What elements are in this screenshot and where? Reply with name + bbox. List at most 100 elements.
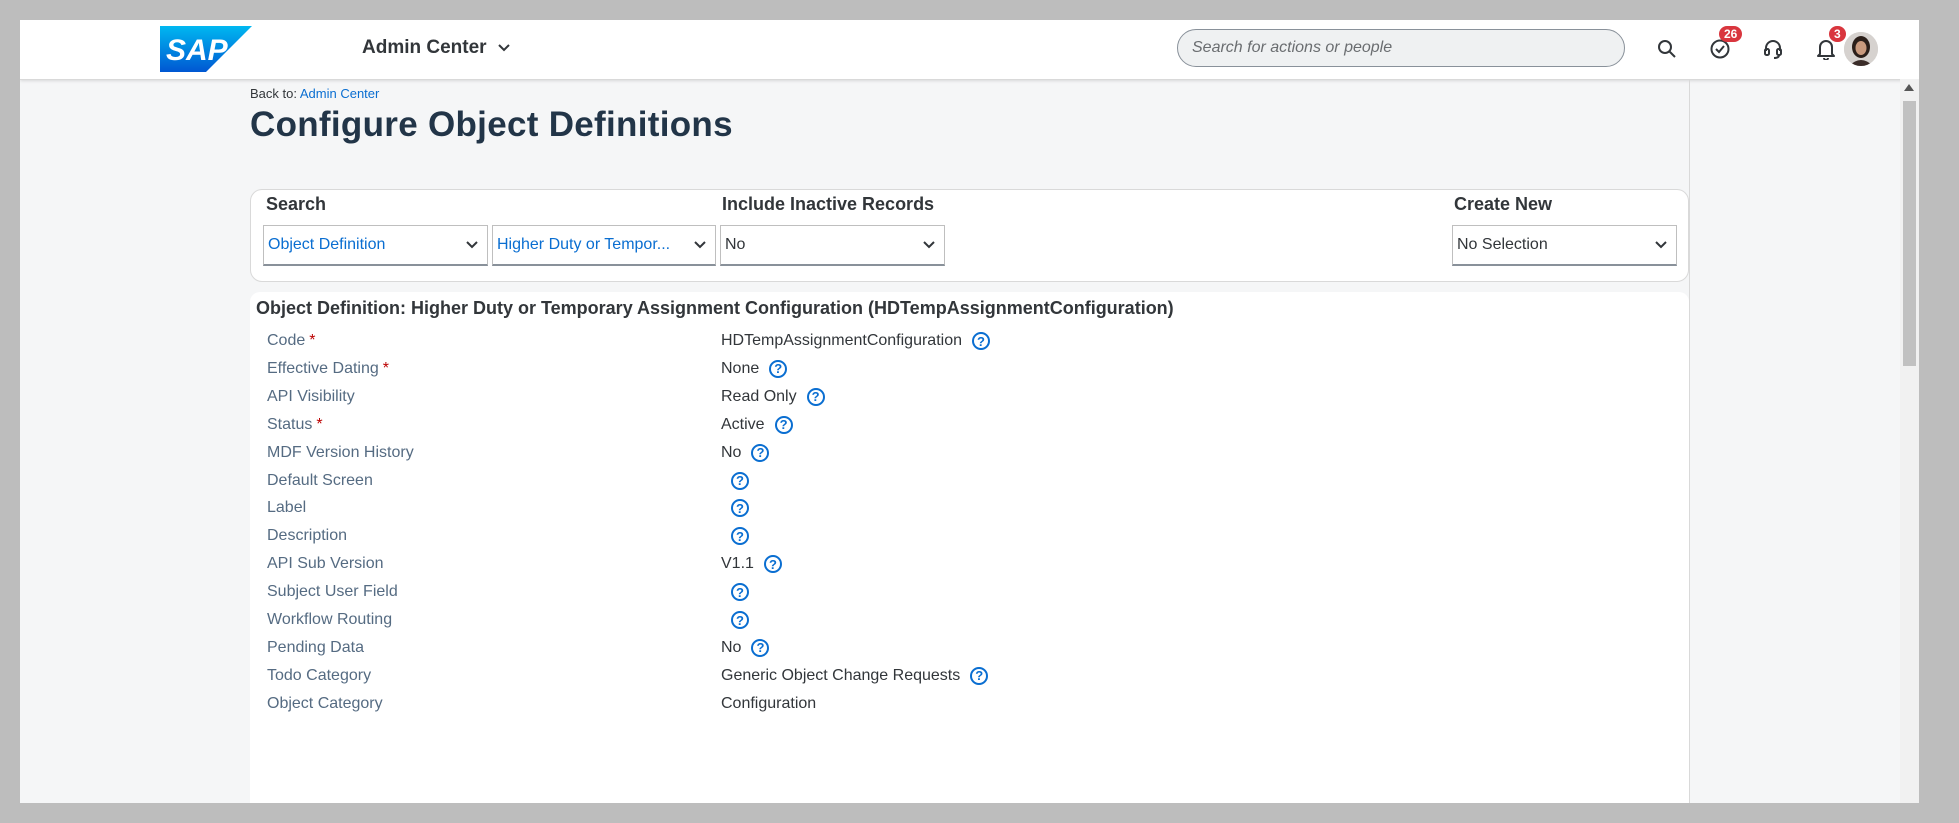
field-label: Pending Data <box>267 639 364 657</box>
detail-title: Object Definition: Higher Duty or Tempor… <box>256 298 1174 318</box>
help-icon[interactable]: ? <box>731 471 749 490</box>
help-icon[interactable]: ? <box>970 666 989 685</box>
field-label: MDF Version History <box>267 444 414 462</box>
field-value-text: V1.1 <box>721 555 754 573</box>
logo-text: SAP <box>166 34 229 67</box>
field-label-text: Workflow Routing <box>267 611 393 628</box>
field-label: Workflow Routing <box>267 611 392 629</box>
headset-icon <box>1764 40 1782 59</box>
back-prefix: Back to: <box>250 86 297 101</box>
field-label-text: Description <box>267 527 348 545</box>
field-label-text: Code <box>267 332 306 349</box>
global-search-field[interactable] <box>1177 29 1625 67</box>
create-new-label: Create New <box>1454 194 1553 214</box>
chevron-down-icon <box>497 44 510 52</box>
field-value: V1.1? <box>721 555 782 574</box>
help-icon[interactable]: ? <box>731 611 749 629</box>
sap-logo[interactable]: SAP <box>160 26 252 72</box>
field-label-text: Default Screen <box>267 471 373 489</box>
page-title: Configure Object Definitions <box>250 105 733 144</box>
help-icon[interactable]: ? <box>731 583 749 602</box>
help-icon[interactable]: ? <box>751 638 770 657</box>
field-label-text: Object Category <box>267 694 383 712</box>
field-value: None? <box>721 359 788 378</box>
required-indicator: * <box>316 415 323 433</box>
field-value-text: Active <box>721 415 765 433</box>
back-navigation: Back to: Admin Center <box>250 86 379 101</box>
field-label: Object Category <box>267 695 383 713</box>
object-instance-select[interactable]: Higher Duty or Tempor... <box>492 225 716 266</box>
object-type-value: Object Definition <box>268 236 386 253</box>
field-label: API Sub Version <box>267 555 384 573</box>
field-label-text: Todo Category <box>267 666 372 684</box>
notifications-button[interactable]: 3 <box>1811 26 1846 64</box>
field-label: API Visibility <box>267 388 355 406</box>
field-value-text: Configuration <box>721 694 817 712</box>
todo-button[interactable]: 26 <box>1705 26 1743 64</box>
include-inactive-select[interactable]: No <box>720 225 945 266</box>
field-value-text: Generic Object Change Requests <box>721 666 961 684</box>
field-value: Active? <box>721 415 793 434</box>
help-icon[interactable]: ? <box>806 387 825 406</box>
scroll-up-arrow[interactable] <box>1904 84 1914 91</box>
field-value: No? <box>721 638 770 657</box>
app-title-menu[interactable]: Admin Center <box>362 37 511 59</box>
help-icon[interactable]: ? <box>763 555 782 574</box>
help-icon[interactable]: ? <box>769 359 788 378</box>
search-icon <box>1658 40 1676 58</box>
create-new-select[interactable]: No Selection <box>1452 225 1677 266</box>
field-value-text: No <box>721 638 742 656</box>
field-label: Todo Category <box>267 667 371 685</box>
search-button[interactable] <box>1652 34 1682 64</box>
required-indicator: * <box>309 332 316 349</box>
object-instance-value: Higher Duty or Tempor... <box>497 236 671 253</box>
help-icon[interactable]: ? <box>731 527 749 546</box>
field-label-text: API Visibility <box>267 387 355 405</box>
user-photo-icon <box>1844 32 1878 66</box>
help-icon[interactable]: ? <box>731 499 749 518</box>
create-new-value: No Selection <box>1457 236 1548 253</box>
chevron-down-icon <box>466 241 478 249</box>
field-value: Generic Object Change Requests? <box>721 666 989 685</box>
field-value: ? <box>721 611 749 629</box>
help-icon[interactable]: ? <box>774 415 793 434</box>
field-label-text: Subject User Field <box>267 583 398 601</box>
global-search-input[interactable] <box>1190 38 1612 58</box>
vertical-scrollbar[interactable] <box>1900 79 1919 803</box>
field-value-text: None <box>721 359 760 377</box>
field-label: Effective Dating * <box>267 360 389 378</box>
help-icon[interactable]: ? <box>972 332 990 350</box>
field-value: ? <box>721 471 749 490</box>
include-inactive-value: No <box>725 236 746 253</box>
todo-count-badge: 26 <box>1719 26 1743 42</box>
notifications-count-badge: 3 <box>1829 26 1846 42</box>
help-icon[interactable]: ? <box>751 443 770 462</box>
back-to-admin-center-link[interactable]: Admin Center <box>300 86 379 101</box>
shell-header: SAP Admin Center 26 <box>20 20 1919 80</box>
chevron-down-icon <box>923 241 935 249</box>
user-avatar[interactable] <box>1844 32 1878 66</box>
field-label-text: Status <box>267 415 313 433</box>
search-panel: Search Include Inactive Records Create N… <box>250 189 1689 282</box>
field-label-text: Label <box>267 499 307 517</box>
support-button[interactable] <box>1758 34 1788 64</box>
field-value: HDTempAssignmentConfiguration? <box>721 332 990 350</box>
required-indicator: * <box>382 359 389 377</box>
field-label: Status * <box>267 416 323 434</box>
field-value-text: No <box>721 443 742 461</box>
field-label-text: MDF Version History <box>267 443 414 461</box>
chevron-down-icon <box>1655 241 1667 249</box>
include-inactive-label: Include Inactive Records <box>722 194 935 214</box>
field-value: ? <box>721 527 749 546</box>
field-label: Code * <box>267 332 315 350</box>
field-value: Read Only? <box>721 387 825 406</box>
field-value: ? <box>721 583 749 602</box>
object-type-select[interactable]: Object Definition <box>263 225 488 266</box>
field-label: Subject User Field <box>267 583 398 601</box>
browser-viewport: SAP Admin Center 26 <box>20 20 1919 803</box>
scroll-thumb[interactable] <box>1903 101 1916 366</box>
app-title: Admin Center <box>362 37 487 58</box>
field-value: Configuration <box>721 695 816 713</box>
field-value: ? <box>721 499 749 518</box>
chevron-down-icon <box>694 241 706 249</box>
